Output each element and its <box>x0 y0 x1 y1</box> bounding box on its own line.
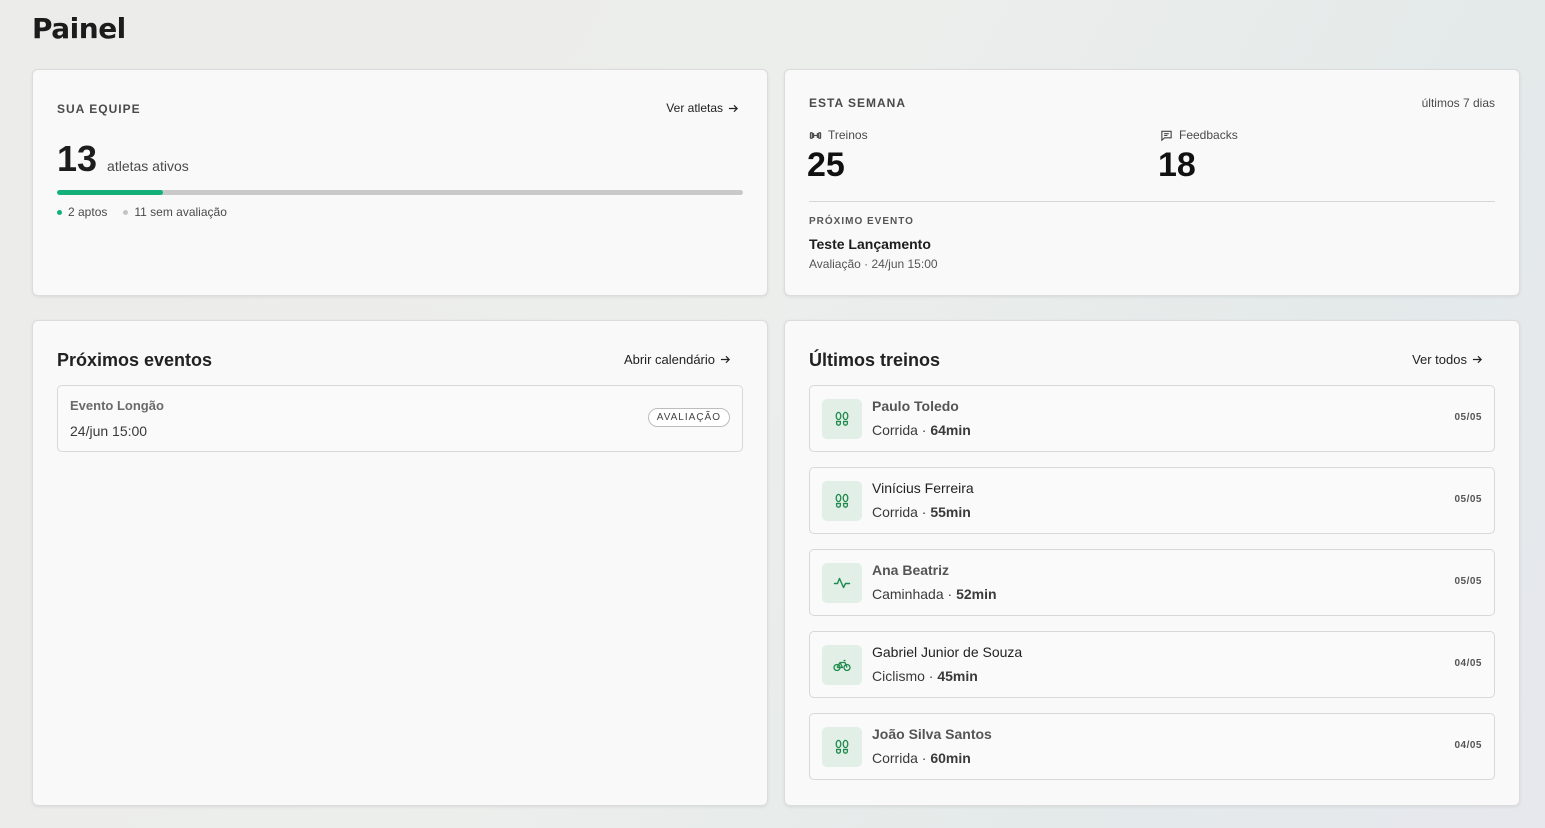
view-athletes-link[interactable]: Ver atletas <box>666 101 739 115</box>
training-date: 05/05 <box>1454 412 1482 423</box>
training-activity: Caminhada <box>872 586 944 602</box>
active-athletes-count: 13 <box>57 138 98 179</box>
week-card: ESTA SEMANA últimos 7 dias Treinos 25 Fe… <box>784 69 1520 296</box>
active-athletes-caption: atletas ativos <box>107 158 189 174</box>
footprints-icon <box>822 481 862 521</box>
training-meta: Corrida · 60min <box>872 750 971 766</box>
week-range: últimos 7 dias <box>1421 96 1495 110</box>
training-meta: Corrida · 55min <box>872 504 971 520</box>
dumbbell-icon <box>809 131 822 139</box>
event-date: 24/jun 15:00 <box>70 423 148 439</box>
trainings-stat-label: Treinos <box>828 128 868 142</box>
footprints-icon <box>822 727 862 767</box>
team-legend: 2 aptos 11 sem avaliação <box>57 205 227 219</box>
training-date: 05/05 <box>1454 576 1482 587</box>
training-athlete: Paulo Toledo <box>872 398 959 414</box>
next-event-name[interactable]: Teste Lançamento <box>809 236 931 252</box>
legend-not-evaluated: 11 sem avaliação <box>123 205 227 219</box>
legend-fit-label: 2 aptos <box>68 205 108 219</box>
bicycle-icon <box>822 645 862 685</box>
training-athlete: Vinícius Ferreira <box>872 480 974 496</box>
footprints-icon <box>822 399 862 439</box>
event-item[interactable]: Evento Longão 24/jun 15:00 AVALIAÇÃO <box>57 385 743 452</box>
open-calendar-link[interactable]: Abrir calendário <box>624 352 731 367</box>
training-athlete: Gabriel Junior de Souza <box>872 644 1023 660</box>
arrow-right-icon <box>1472 355 1483 364</box>
activity-pulse-icon <box>822 563 862 603</box>
training-athlete: Ana Beatriz <box>872 562 950 578</box>
training-duration: 52min <box>956 586 997 602</box>
page-title: Painel <box>32 12 126 45</box>
training-activity: Corrida <box>872 750 918 766</box>
arrow-right-icon <box>728 104 739 112</box>
training-item[interactable]: Ana Beatriz Caminhada · 52min 05/05 <box>809 549 1495 616</box>
open-calendar-label: Abrir calendário <box>623 352 715 367</box>
legend-fit: 2 aptos <box>57 205 107 219</box>
view-athletes-label: Ver atletas <box>666 101 723 115</box>
training-meta: Caminhada · 52min <box>872 586 997 602</box>
team-card: SUA EQUIPE Ver atletas 13 atletas ativos… <box>32 69 768 296</box>
training-item[interactable]: Vinícius Ferreira Corrida · 55min 05/05 <box>809 467 1495 534</box>
next-event-meta: Avaliação · 24/jun 15:00 <box>809 257 938 271</box>
arrow-right-icon <box>720 355 731 364</box>
fitness-progress-bar <box>57 190 743 195</box>
view-all-label: Ver todos <box>1412 352 1467 367</box>
training-duration: 55min <box>930 504 971 520</box>
upcoming-events-title: Próximos eventos <box>57 350 213 370</box>
training-meta: Ciclismo · 45min <box>872 668 978 684</box>
recent-trainings-title: Últimos treinos <box>809 350 941 370</box>
training-duration: 45min <box>937 668 978 684</box>
legend-not-evaluated-label: 11 sem avaliação <box>134 205 227 219</box>
message-square-icon <box>1161 130 1172 141</box>
training-date: 04/05 <box>1454 658 1482 669</box>
training-duration: 60min <box>930 750 971 766</box>
recent-trainings-card: Últimos treinos Ver todos Paulo Toledo C… <box>784 320 1520 806</box>
training-athlete: João Silva Santos <box>872 726 992 742</box>
upcoming-events-card: Próximos eventos Abrir calendário Evento… <box>32 320 768 806</box>
trainings-stat-value: 25 <box>807 146 845 184</box>
training-activity: Corrida <box>872 504 918 520</box>
training-date: 05/05 <box>1454 494 1482 505</box>
trainings-list: Paulo Toledo Corrida · 64min 05/05 Viníc… <box>809 385 1495 795</box>
team-label: SUA EQUIPE <box>57 102 141 116</box>
week-divider <box>809 201 1495 202</box>
feedbacks-stat-label: Feedbacks <box>1179 128 1238 142</box>
fitness-progress-fill <box>57 190 163 195</box>
training-activity: Ciclismo <box>872 668 925 684</box>
trainings-stat: Treinos 25 <box>807 128 868 185</box>
view-all-link[interactable]: Ver todos <box>1412 352 1483 367</box>
training-meta: Corrida · 64min <box>872 422 971 438</box>
training-item[interactable]: João Silva Santos Corrida · 60min 04/05 <box>809 713 1495 780</box>
training-item[interactable]: Gabriel Junior de Souza Ciclismo · 45min… <box>809 631 1495 698</box>
training-duration: 64min <box>930 422 971 438</box>
event-name: Evento Longão <box>70 398 164 413</box>
training-date: 04/05 <box>1454 740 1482 751</box>
training-item[interactable]: Paulo Toledo Corrida · 64min 05/05 <box>809 385 1495 452</box>
training-activity: Corrida <box>872 422 918 438</box>
week-label: ESTA SEMANA <box>809 96 907 110</box>
feedbacks-stat: Feedbacks 18 <box>1158 128 1238 185</box>
fit-dot-icon <box>57 209 62 215</box>
event-type-badge: AVALIAÇÃO <box>647 408 730 427</box>
next-event-label: PRÓXIMO EVENTO <box>809 216 914 227</box>
not-evaluated-dot-icon <box>123 209 129 215</box>
feedbacks-stat-value: 18 <box>1158 146 1196 184</box>
